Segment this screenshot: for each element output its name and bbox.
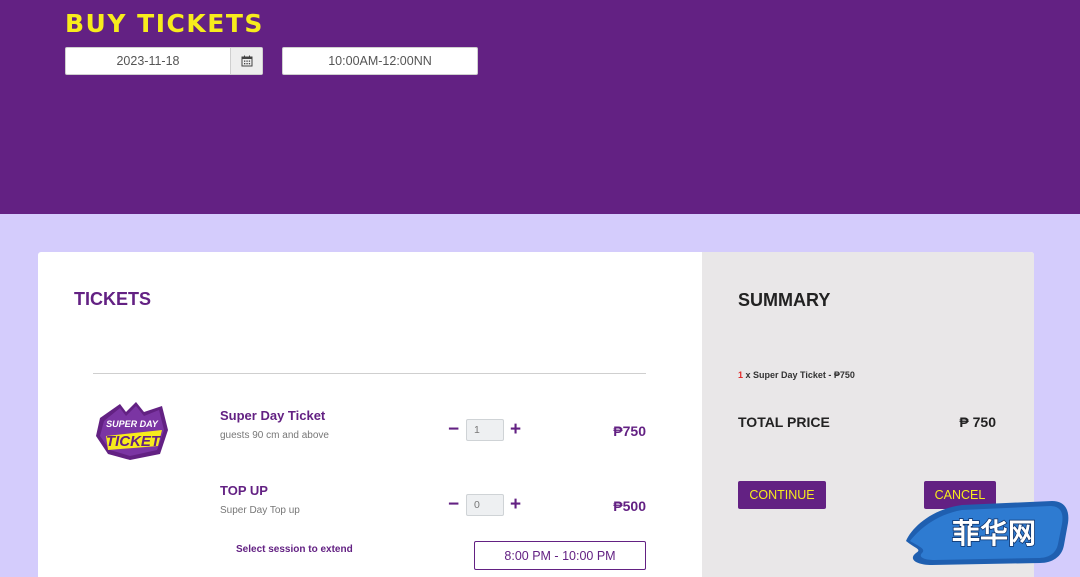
session-label: Select session to extend <box>236 544 353 555</box>
page-header: BUY TICKETS 2023-11-18 10:00AM-12:00NN <box>0 0 1080 214</box>
decrease-quantity-button[interactable]: − <box>448 495 459 514</box>
ticket-price: ₱500 <box>613 498 646 514</box>
time-slot-select[interactable]: 10:00AM-12:00NN <box>282 47 478 75</box>
calendar-icon <box>241 55 252 67</box>
svg-text:TICKET: TICKET <box>106 433 162 450</box>
summary-line-item: 1 x Super Day Ticket - ₱750 <box>738 370 855 380</box>
total-price-value: ₱ 750 <box>959 414 996 430</box>
continue-button[interactable]: CONTINUE <box>738 481 826 509</box>
tickets-heading: TICKETS <box>74 289 152 309</box>
ticket-name: Super Day Ticket <box>220 408 326 423</box>
ticket-card: TICKETS SUPER DAY TICKET Super Day Ticke… <box>38 252 1034 577</box>
session-select[interactable]: 8:00 PM - 10:00 PM <box>474 541 646 570</box>
ticket-subtitle: guests 90 cm and above <box>220 430 329 441</box>
divider <box>93 373 646 374</box>
decrease-quantity-button[interactable]: − <box>448 420 459 439</box>
page-title: BUY TICKETS <box>65 9 264 38</box>
date-field[interactable]: 2023-11-18 <box>66 48 231 74</box>
total-price-label: TOTAL PRICE <box>738 414 830 430</box>
increase-quantity-button[interactable]: + <box>510 420 521 439</box>
svg-text:菲华网: 菲华网 <box>952 517 1036 550</box>
watermark-logo: 菲华网 <box>906 501 1069 565</box>
ticket-name: TOP UP <box>220 483 268 498</box>
summary-heading: SUMMARY <box>738 290 831 310</box>
super-day-ticket-logo: SUPER DAY TICKET <box>96 402 168 460</box>
summary-line-text: x Super Day Ticket - ₱750 <box>743 370 855 380</box>
increase-quantity-button[interactable]: + <box>510 495 521 514</box>
quantity-input[interactable]: 0 <box>466 494 504 516</box>
svg-text:SUPER DAY: SUPER DAY <box>106 419 159 429</box>
calendar-button[interactable] <box>231 48 262 74</box>
date-picker[interactable]: 2023-11-18 <box>65 47 263 75</box>
ticket-price: ₱750 <box>613 423 646 439</box>
quantity-input[interactable]: 1 <box>466 419 504 441</box>
ticket-subtitle: Super Day Top up <box>220 505 300 516</box>
